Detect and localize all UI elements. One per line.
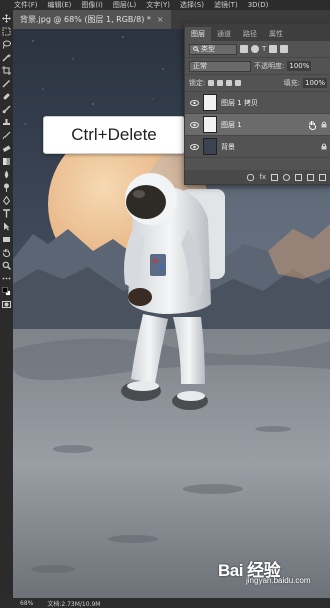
layer-filter-row: 类型 T	[185, 41, 330, 58]
hand-tool-icon[interactable]	[2, 248, 11, 257]
document-info: 文档:2.73M/10.9M	[47, 600, 101, 608]
lock-transparency-icon[interactable]	[208, 80, 215, 86]
layer-filter-select[interactable]: 类型	[189, 43, 237, 55]
shortcut-callout: Ctrl+Delete	[43, 116, 185, 154]
menu-filter[interactable]: 滤镜(T)	[214, 0, 238, 10]
tab-paths[interactable]: 路径	[237, 27, 263, 41]
lock-position-icon[interactable]	[226, 80, 233, 86]
history-brush-tool-icon[interactable]	[2, 131, 11, 140]
menu-image[interactable]: 图像(I)	[81, 0, 103, 10]
lock-all-icon[interactable]	[235, 80, 242, 86]
gradient-tool-icon[interactable]	[2, 157, 11, 166]
opacity-field[interactable]: 100%	[287, 61, 312, 71]
pen-tool-icon[interactable]	[2, 196, 11, 205]
lock-icon	[321, 121, 327, 128]
group-icon[interactable]	[295, 173, 302, 181]
eraser-tool-icon[interactable]	[2, 144, 11, 153]
eyedropper-tool-icon[interactable]	[2, 79, 11, 88]
blend-opacity-row: 正常 不透明度: 100%	[185, 58, 330, 75]
menu-3d[interactable]: 3D(D)	[248, 0, 269, 10]
close-icon[interactable]: ×	[157, 10, 164, 29]
lock-fill-row: 锁定: 填充: 100%	[185, 75, 330, 92]
menu-file[interactable]: 文件(F)	[14, 0, 38, 10]
menu-edit[interactable]: 编辑(E)	[48, 0, 72, 10]
lock-label: 锁定:	[189, 79, 206, 87]
marquee-tool-icon[interactable]	[2, 27, 11, 36]
panel-tabs: 图层 通道 路径 属性	[185, 24, 330, 41]
dodge-tool-icon[interactable]	[2, 183, 11, 192]
watermark-url: jingyan.baidu.com	[246, 576, 311, 585]
quick-mask-icon[interactable]	[2, 300, 11, 309]
layer-name: 背景	[221, 142, 235, 151]
layers-panel: 图层 通道 路径 属性 类型 T 正常 不透明度: 100% 锁定: 填充: 1…	[184, 23, 330, 185]
trash-icon[interactable]	[319, 173, 326, 181]
rectangle-tool-icon[interactable]	[2, 235, 11, 244]
tab-channels[interactable]: 通道	[211, 27, 237, 41]
document-tab[interactable]: 背景.jpg @ 68% (图层 1, RGB/8) * ×	[13, 10, 171, 29]
menu-layer[interactable]: 图层(L)	[113, 0, 136, 10]
visibility-eye-icon[interactable]	[189, 121, 199, 128]
visibility-eye-icon[interactable]	[189, 143, 199, 150]
move-tool-icon[interactable]	[2, 14, 11, 23]
lock-icon	[321, 143, 327, 150]
layer-filter-label: 类型	[201, 45, 215, 53]
fill-field[interactable]: 100%	[302, 78, 327, 88]
search-icon	[193, 46, 199, 52]
layer-name: 图层 1	[221, 120, 242, 129]
adjustment-icon[interactable]	[283, 173, 290, 181]
status-bar: 68% 文档:2.73M/10.9M	[0, 598, 330, 608]
fx-icon[interactable]: fx	[259, 173, 266, 181]
type-tool-icon[interactable]	[2, 209, 11, 218]
filter-pixel-icon[interactable]	[240, 45, 248, 53]
panel-footer: fx	[185, 170, 330, 184]
layer-thumbnail	[203, 138, 217, 155]
brush-tool-icon[interactable]	[2, 105, 11, 114]
foreground-background-colors-icon[interactable]	[2, 287, 11, 296]
menu-type[interactable]: 文字(Y)	[146, 0, 170, 10]
filter-type-icon[interactable]: T	[262, 45, 266, 53]
blur-tool-icon[interactable]	[2, 170, 11, 179]
layer-thumbnail	[203, 116, 217, 133]
tools-panel	[0, 10, 14, 598]
crop-tool-icon[interactable]	[2, 66, 11, 75]
document-tab-title: 背景.jpg @ 68% (图层 1, RGB/8) *	[20, 15, 151, 24]
hand-cursor-icon	[309, 120, 317, 130]
zoom-tool-icon[interactable]	[2, 261, 11, 270]
layer-thumbnail	[203, 94, 217, 111]
link-icon[interactable]	[247, 173, 255, 181]
tab-layers[interactable]: 图层	[185, 27, 211, 41]
healing-brush-tool-icon[interactable]	[2, 92, 11, 101]
layer-row-copy[interactable]: 图层 1 拷贝	[185, 92, 330, 114]
layer-row-background[interactable]: 背景	[185, 136, 330, 158]
more-tools-icon[interactable]	[2, 274, 11, 283]
tab-properties[interactable]: 属性	[263, 27, 289, 41]
filter-adjustment-icon[interactable]	[251, 45, 259, 53]
visibility-eye-icon[interactable]	[189, 99, 199, 106]
mask-icon[interactable]	[271, 173, 278, 181]
magic-wand-tool-icon[interactable]	[2, 53, 11, 62]
filter-smart-object-icon[interactable]	[280, 45, 289, 53]
new-layer-icon[interactable]	[307, 173, 314, 181]
menu-select[interactable]: 选择(S)	[180, 0, 204, 10]
layer-name: 图层 1 拷贝	[221, 98, 258, 107]
filter-shape-icon[interactable]	[269, 45, 278, 53]
lock-pixels-icon[interactable]	[217, 80, 224, 86]
lasso-tool-icon[interactable]	[2, 40, 11, 49]
zoom-level[interactable]: 68%	[20, 600, 33, 607]
opacity-label: 不透明度:	[254, 62, 285, 70]
layer-row-selected[interactable]: 图层 1	[185, 114, 330, 136]
blend-mode-select[interactable]: 正常	[189, 60, 251, 72]
clone-stamp-tool-icon[interactable]	[2, 118, 11, 127]
menu-bar: 文件(F) 编辑(E) 图像(I) 图层(L) 文字(Y) 选择(S) 滤镜(T…	[0, 0, 330, 10]
fill-label: 填充:	[283, 79, 300, 87]
path-selection-tool-icon[interactable]	[2, 222, 11, 231]
